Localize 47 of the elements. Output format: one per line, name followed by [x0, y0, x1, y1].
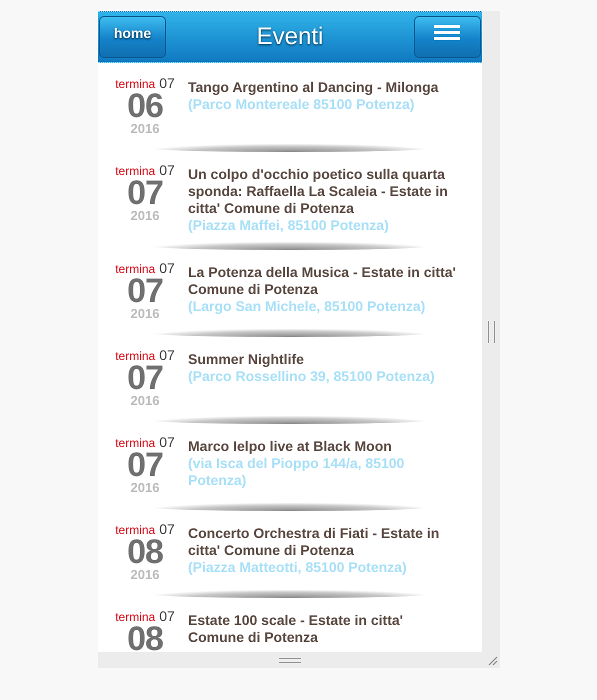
- end-month: 07: [159, 608, 175, 624]
- event-title: Concerto Orchestra di Fiati - Estate in citta' Comune di Potenza: [188, 525, 440, 559]
- event-title: Tango Argentino al Dancing - Milonga: [188, 79, 440, 96]
- event-place: (Largo San Michele, 85100 Potenza): [188, 298, 426, 315]
- end-label: termina: [115, 436, 156, 450]
- page-title: Eventi: [256, 23, 324, 51]
- event-year: 2016: [130, 121, 160, 136]
- event-title: Marco Ielpo live at Black Moon: [188, 438, 393, 455]
- event-day: 07: [127, 363, 163, 393]
- event-place: (Parco Rossellino 39, 85100 Potenza): [188, 368, 436, 385]
- event-title: Estate 100 scale - Estate in citta' Comune di Potenza: [188, 612, 404, 646]
- event-day: 08: [127, 537, 163, 567]
- end-month: 07: [159, 75, 175, 91]
- event-title: Un colpo d'occhio poetico sulla quarta sponda: Raffaella La Scaleia - Estate in citta' Comune di Potenza: [188, 166, 449, 217]
- event-year: 2016: [130, 480, 160, 495]
- resize-grip[interactable]: [488, 320, 494, 342]
- menu-button[interactable]: [414, 16, 481, 58]
- event-place: (Parco Montereale 85100 Potenza): [188, 96, 416, 113]
- event-place: (Piazza Maffei, 85100 Potenza): [188, 217, 390, 234]
- home-button[interactable]: home: [99, 16, 166, 58]
- end-label: termina: [115, 523, 156, 537]
- end-label: termina: [115, 164, 156, 178]
- end-label: termina: [115, 77, 156, 91]
- end-label: termina: [115, 349, 156, 363]
- end-label: termina: [115, 610, 156, 624]
- event-year: 2016: [130, 306, 160, 321]
- end-month: 07: [159, 162, 175, 178]
- event-year: 2016: [130, 567, 160, 582]
- end-month: 07: [159, 521, 175, 537]
- end-label: termina: [115, 262, 156, 276]
- resize-corner-icon[interactable]: [488, 656, 498, 666]
- resize-grip[interactable]: [279, 658, 301, 662]
- event-day: 07: [127, 178, 163, 208]
- event-year: 2016: [130, 208, 160, 223]
- end-month: 07: [159, 347, 175, 363]
- end-month: 07: [159, 434, 175, 450]
- event-day: 07: [127, 450, 163, 480]
- event-title: Summer Nightlife: [188, 351, 305, 368]
- menu-icon: [434, 25, 460, 41]
- event-place: (via Isca del Pioppo 144/a, 85100 Potenza): [188, 455, 406, 489]
- event-day: 06: [127, 91, 163, 121]
- end-month: 07: [159, 260, 175, 276]
- event-day: 08: [127, 624, 163, 652]
- event-place: (Piazza Matteotti, 85100 Potenza): [188, 559, 408, 576]
- event-title: La Potenza della Musica - Estate in citta' Comune di Potenza: [188, 264, 457, 298]
- event-day: 07: [127, 276, 163, 306]
- event-year: 2016: [130, 393, 160, 408]
